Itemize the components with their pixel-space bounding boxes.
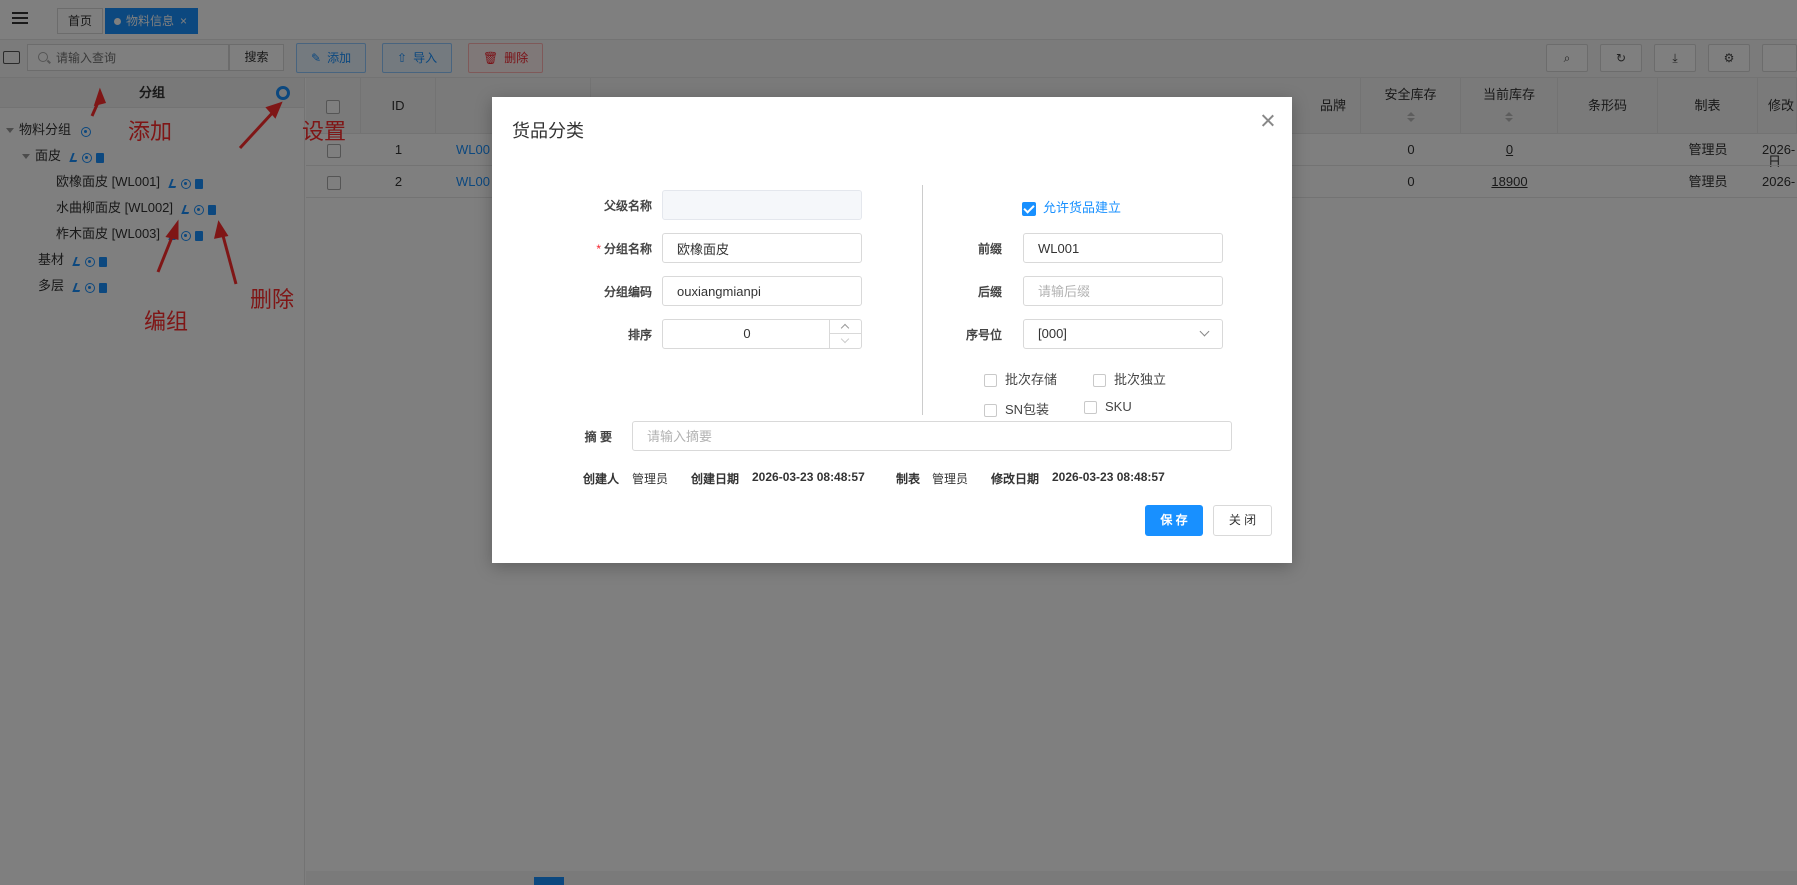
allow-goods-label: 允许货品建立 xyxy=(1043,200,1122,215)
maker-meta: 制表 xyxy=(896,470,920,487)
created-label: 创建日期 xyxy=(691,472,740,486)
parent-name-label: 父级名称 xyxy=(603,199,652,213)
created-value: 2026-03-23 08:48:57 xyxy=(752,470,865,484)
close-button[interactable]: 关 闭 xyxy=(1213,505,1272,536)
creator-meta: 创建人 xyxy=(583,470,619,487)
suffix-label: 后缀 xyxy=(977,285,1002,299)
sku-label: SKU xyxy=(1105,399,1132,414)
stepper-buttons xyxy=(829,320,861,348)
modified-value: 2026-03-23 08:48:57 xyxy=(1052,470,1165,484)
seq-label: 序号位 xyxy=(965,328,1002,342)
created-meta: 创建日期 xyxy=(691,470,739,487)
group-name-label-text: 分组名称 xyxy=(603,242,652,256)
batch-independent-checkbox[interactable]: 批次独立 xyxy=(1093,369,1166,388)
prefix-field[interactable] xyxy=(1023,233,1223,263)
group-code-label: 分组编码 xyxy=(603,285,652,299)
suffix-field[interactable] xyxy=(1023,276,1223,306)
sort-value[interactable]: 0 xyxy=(663,320,831,348)
group-name-label: * 分组名称 xyxy=(572,240,652,257)
parent-name-field xyxy=(662,190,862,220)
checkbox-icon[interactable] xyxy=(984,404,997,418)
sn-pack-label: SN包装 xyxy=(1005,402,1050,417)
save-button[interactable]: 保 存 xyxy=(1145,505,1203,536)
batch-storage-label: 批次存储 xyxy=(1005,372,1058,387)
stepper-down-icon[interactable] xyxy=(830,334,861,348)
summary-label: 摘 要 xyxy=(584,430,612,444)
summary-field[interactable] xyxy=(632,421,1232,451)
batch-storage-checkbox[interactable]: 批次存储 xyxy=(984,369,1057,388)
dialog-title: 货品分类 xyxy=(512,121,584,141)
sort-stepper[interactable]: 0 xyxy=(662,319,862,349)
creator-label: 创建人 xyxy=(583,472,620,486)
modified-label: 修改日期 xyxy=(991,472,1040,486)
sku-checkbox[interactable]: SKU xyxy=(1084,399,1132,415)
maker-value: 管理员 xyxy=(932,472,969,486)
stepper-up-icon[interactable] xyxy=(830,320,861,334)
checkbox-icon[interactable] xyxy=(984,374,997,388)
creator-value: 管理员 xyxy=(632,472,669,486)
prefix-label: 前缀 xyxy=(977,242,1002,256)
chevron-down-icon xyxy=(1199,326,1210,337)
seq-select[interactable]: [000] xyxy=(1023,319,1223,349)
batch-independent-label: 批次独立 xyxy=(1114,372,1167,387)
required-mark: * xyxy=(596,242,601,256)
checkbox-icon[interactable] xyxy=(1084,401,1097,415)
group-code-field[interactable] xyxy=(662,276,862,306)
seq-selected-value: [000] xyxy=(1038,326,1067,341)
checkbox-checked-icon[interactable] xyxy=(1022,201,1036,216)
modified-meta: 修改日期 xyxy=(991,470,1039,487)
checkbox-icon[interactable] xyxy=(1093,374,1106,388)
column-divider xyxy=(922,185,923,415)
close-icon[interactable] xyxy=(1260,113,1276,129)
sn-pack-checkbox[interactable]: SN包装 xyxy=(984,399,1049,418)
maker-label: 制表 xyxy=(896,472,921,486)
group-name-field[interactable] xyxy=(662,233,862,263)
category-dialog: 货品分类 父级名称 *分组名称 分组编码 排序 0 允许货品建立 前缀 后缀 序… xyxy=(492,97,1292,563)
sort-label: 排序 xyxy=(627,328,652,342)
allow-goods-checkbox[interactable]: 允许货品建立 xyxy=(1022,197,1121,216)
